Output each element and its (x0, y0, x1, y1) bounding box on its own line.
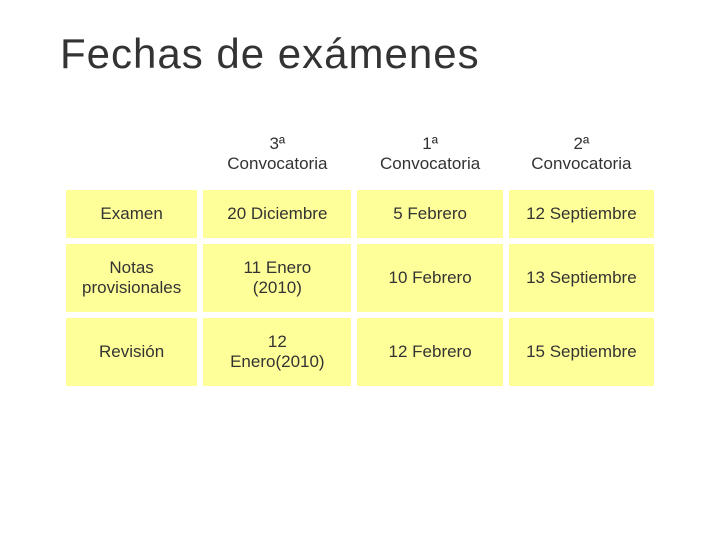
row-2-col3: 15 Septiembre (509, 318, 654, 386)
table-row: Examen20 Diciembre5 Febrero12 Septiembre (66, 190, 654, 238)
row-1-col3: 13 Septiembre (509, 244, 654, 312)
page-title: Fechas de exámenes (60, 30, 480, 78)
row-0-col1: 20 Diciembre (203, 190, 351, 238)
row-1-col1: 11 Enero (2010) (203, 244, 351, 312)
exam-dates-table: 3ª Convocatoria 1ª Convocatoria 2ª Convo… (60, 118, 660, 392)
col-header-empty (66, 124, 197, 184)
col-header-1st: 1ª Convocatoria (357, 124, 502, 184)
row-label: Revisión (66, 318, 197, 386)
row-label: Notas provisionales (66, 244, 197, 312)
row-1-col2: 10 Febrero (357, 244, 502, 312)
row-0-col3: 12 Septiembre (509, 190, 654, 238)
table-row: Notas provisionales11 Enero (2010)10 Feb… (66, 244, 654, 312)
row-2-col1: 12 Enero(2010) (203, 318, 351, 386)
row-label: Examen (66, 190, 197, 238)
col-header-2nd: 2ª Convocatoria (509, 124, 654, 184)
col-header-3rd: 3ª Convocatoria (203, 124, 351, 184)
row-0-col2: 5 Febrero (357, 190, 502, 238)
row-2-col2: 12 Febrero (357, 318, 502, 386)
table-row: Revisión12 Enero(2010)12 Febrero15 Septi… (66, 318, 654, 386)
